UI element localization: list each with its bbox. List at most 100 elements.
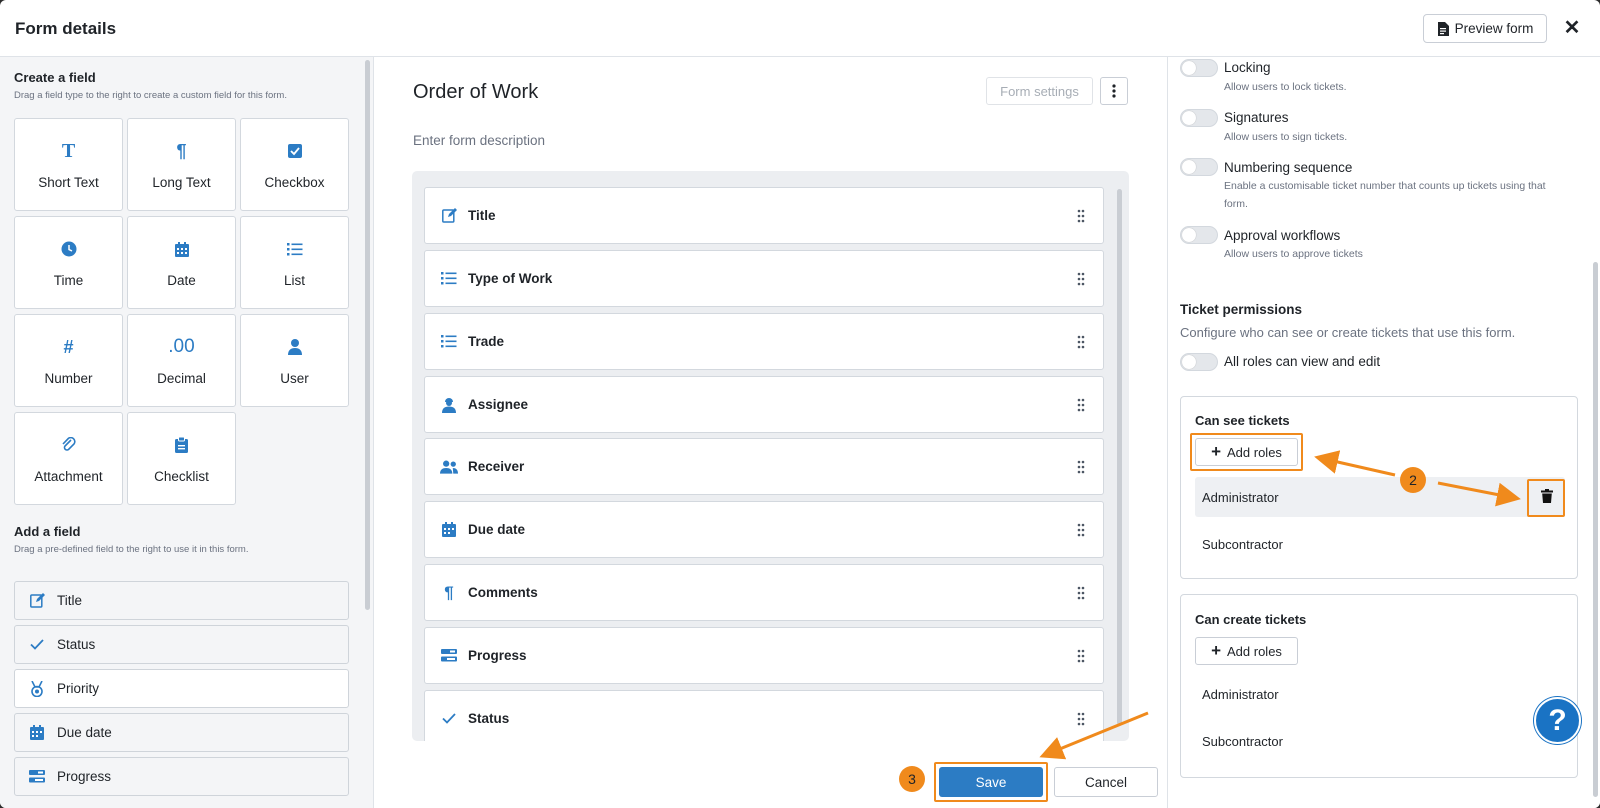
all-roles-toggle[interactable] [1180, 353, 1218, 371]
drag-handle-icon[interactable] [1077, 398, 1085, 412]
cancel-button[interactable]: Cancel [1054, 767, 1158, 797]
right-scrollbar[interactable] [1593, 262, 1598, 797]
decimal-icon: .00 [168, 336, 195, 357]
field-type-user[interactable]: User [240, 314, 349, 407]
predefined-title[interactable]: Title [14, 581, 349, 620]
drag-handle-icon[interactable] [1077, 209, 1085, 223]
field-type-date[interactable]: Date [127, 216, 236, 309]
field-type-long-text[interactable]: ¶ Long Text [127, 118, 236, 211]
trash-highlight [1527, 479, 1565, 517]
form-description-input[interactable]: Enter form description [413, 133, 545, 148]
clock-icon [61, 239, 77, 259]
approval-workflows-toggle[interactable] [1180, 226, 1218, 244]
form-field-label: Due date [468, 522, 526, 537]
paperclip-icon [61, 435, 77, 455]
predefined-status[interactable]: Status [14, 625, 349, 664]
close-icon[interactable]: ✕ [1562, 16, 1582, 40]
dialog-title: Form details [15, 19, 117, 38]
signatures-toggle[interactable] [1180, 109, 1218, 127]
field-type-list[interactable]: List [240, 216, 349, 309]
form-field-type-of-work[interactable]: Type of Work [424, 250, 1104, 307]
left-scrollbar[interactable] [365, 60, 370, 610]
form-field-title[interactable]: Title [424, 187, 1104, 244]
predefined-progress[interactable]: Progress [14, 757, 349, 796]
drag-handle-icon[interactable] [1077, 649, 1085, 663]
can-see-tickets-title: Can see tickets [1195, 413, 1290, 428]
form-field-status[interactable]: Status [424, 690, 1104, 741]
list-icon [440, 333, 458, 351]
numbering-sequence-toggle[interactable] [1180, 158, 1218, 176]
form-settings-panel: Locking Allow users to lock tickets. Sig… [1167, 57, 1600, 808]
form-settings-button[interactable]: Form settings [986, 77, 1093, 105]
user-icon [287, 337, 302, 357]
field-type-checklist[interactable]: Checklist [127, 412, 236, 505]
field-type-label: Long Text [152, 175, 211, 190]
field-type-label: Date [167, 273, 196, 288]
drag-handle-icon[interactable] [1077, 272, 1085, 286]
role-row[interactable]: Subcontractor [1195, 721, 1565, 761]
add-roles-label: Add roles [1227, 643, 1282, 659]
role-row[interactable]: Administrator [1195, 477, 1565, 517]
locking-toggle[interactable] [1180, 59, 1218, 77]
field-type-attachment[interactable]: Attachment [14, 412, 123, 505]
field-type-number[interactable]: # Number [14, 314, 123, 407]
form-field-due-date[interactable]: Due date [424, 501, 1104, 558]
role-row[interactable]: Subcontractor [1195, 524, 1565, 564]
drag-handle-icon[interactable] [1077, 523, 1085, 537]
role-row[interactable]: Administrator [1195, 674, 1565, 714]
drag-handle-icon[interactable] [1077, 460, 1085, 474]
field-type-time[interactable]: Time [14, 216, 123, 309]
form-field-progress[interactable]: Progress [424, 627, 1104, 684]
document-icon [1437, 21, 1449, 36]
locking-title: Locking [1224, 60, 1271, 75]
more-options-icon[interactable] [1100, 77, 1128, 105]
form-field-label: Type of Work [468, 271, 553, 286]
field-type-label: Decimal [157, 371, 206, 386]
field-type-short-text[interactable]: T Short Text [14, 118, 123, 211]
fields-scrollbar[interactable] [1117, 189, 1122, 725]
field-type-checkbox[interactable]: Checkbox [240, 118, 349, 211]
predefined-due-date[interactable]: Due date [14, 713, 349, 752]
signatures-title: Signatures [1224, 110, 1289, 125]
form-field-label: Title [468, 208, 496, 223]
form-field-trade[interactable]: Trade [424, 313, 1104, 370]
field-type-label: Time [53, 273, 84, 288]
checkbox-icon [287, 141, 302, 161]
can-create-add-roles-button[interactable]: + Add roles [1195, 637, 1298, 665]
approval-workflows-desc: Allow users to approve tickets [1224, 248, 1363, 260]
field-type-decimal[interactable]: .00 Decimal [127, 314, 236, 407]
drag-handle-icon[interactable] [1077, 335, 1085, 349]
can-see-tickets-box: Can see tickets + Add roles Administrato… [1180, 396, 1578, 579]
add-field-title: Add a field [14, 524, 81, 539]
edit-icon [29, 593, 45, 609]
predefined-priority[interactable]: Priority [14, 669, 349, 708]
hash-icon: # [63, 336, 74, 357]
form-field-receiver[interactable]: Receiver [424, 438, 1104, 495]
form-field-label: Receiver [468, 459, 525, 474]
form-field-label: Trade [468, 334, 505, 349]
form-details-dialog: Form details Preview form ✕ Create a fie… [0, 0, 1600, 808]
form-field-assignee[interactable]: Assignee [424, 376, 1104, 433]
calendar-icon [174, 239, 189, 259]
form-field-label: Progress [468, 648, 527, 663]
list-icon [286, 239, 303, 259]
help-button[interactable]: ? [1534, 697, 1581, 744]
drag-handle-icon[interactable] [1077, 712, 1085, 726]
form-title[interactable]: Order of Work [413, 81, 538, 104]
paragraph-icon: ¶ [176, 140, 187, 161]
plus-icon: + [1211, 641, 1221, 660]
progress-icon [29, 769, 45, 785]
field-type-label: Attachment [34, 469, 103, 484]
form-field-label: Status [468, 711, 510, 726]
predefined-label: Priority [57, 681, 100, 696]
form-field-comments[interactable]: ¶ Comments [424, 564, 1104, 621]
field-type-label: List [283, 273, 305, 288]
paragraph-icon: ¶ [444, 582, 454, 602]
step-3-badge: 3 [899, 766, 925, 792]
drag-handle-icon[interactable] [1077, 586, 1085, 600]
predefined-label: Title [57, 593, 83, 608]
field-type-label: Checkbox [264, 175, 325, 190]
step-2-badge: 2 [1400, 467, 1426, 493]
dialog-header: Form details Preview form ✕ [0, 0, 1600, 57]
preview-form-button[interactable]: Preview form [1423, 14, 1547, 43]
